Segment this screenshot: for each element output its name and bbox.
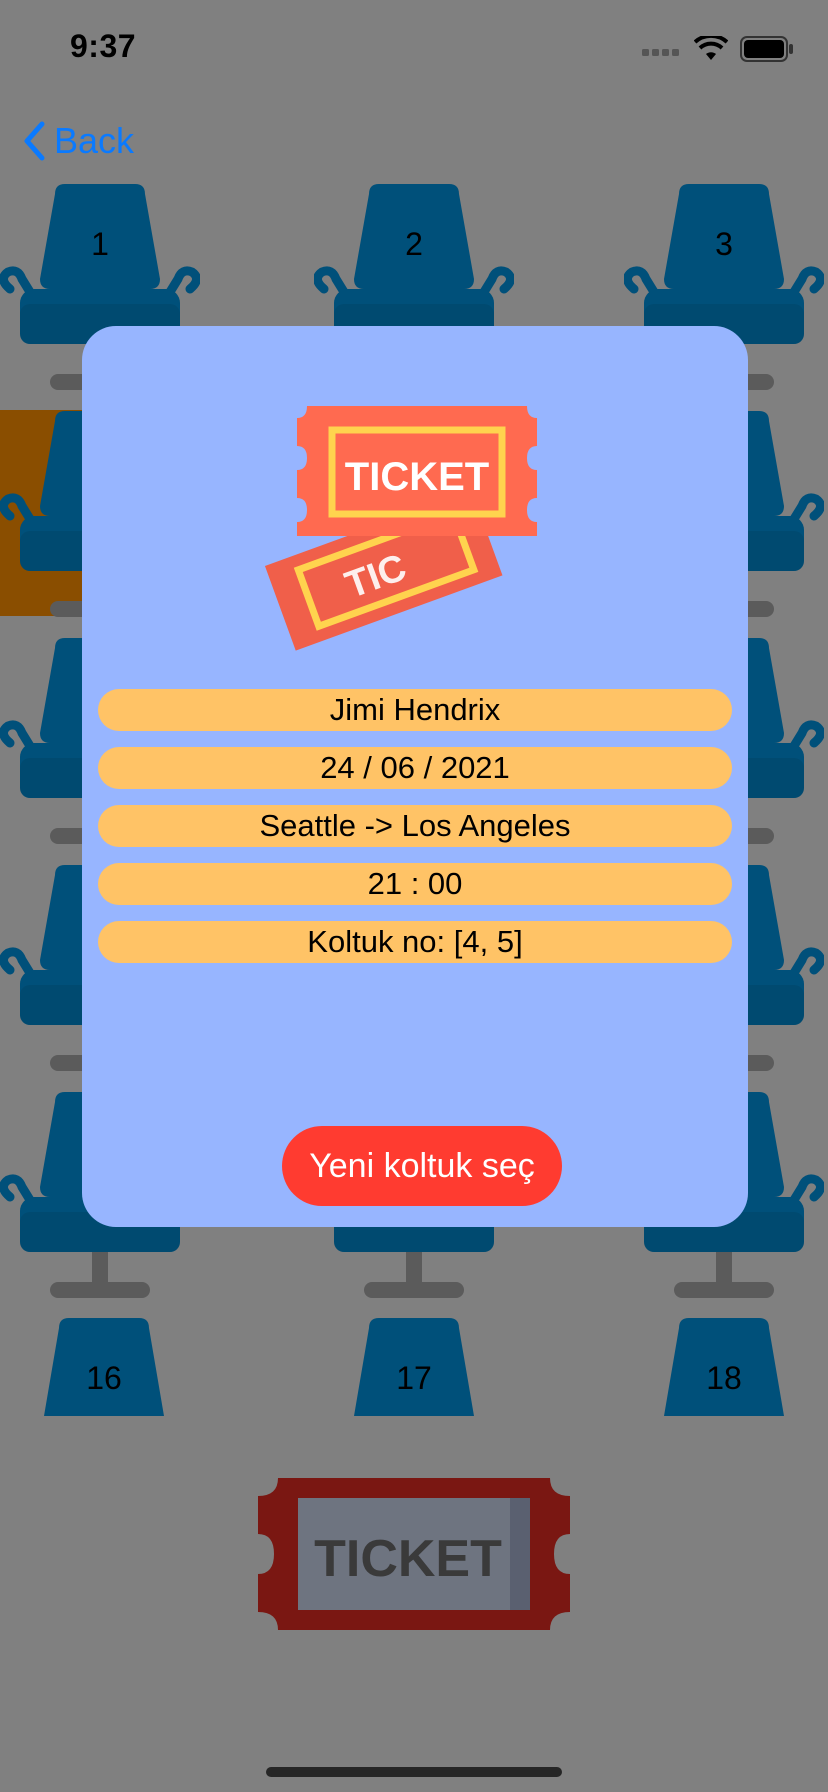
seat-number: 16 xyxy=(86,1360,122,1396)
travel-route: Seattle -> Los Angeles xyxy=(98,805,732,847)
seat-number: 3 xyxy=(715,226,733,262)
seat-numbers: Koltuk no: [4, 5] xyxy=(98,921,732,963)
travel-date: 24 / 06 / 2021 xyxy=(98,747,732,789)
status-time: 9:37 xyxy=(70,28,137,64)
home-indicator[interactable] xyxy=(266,1767,562,1777)
seat-number: 17 xyxy=(396,1360,432,1396)
buy-ticket-button[interactable]: TICKET xyxy=(258,1478,570,1630)
seat-18[interactable]: 18 xyxy=(624,1318,824,1418)
bottom-ticket-label: TICKET xyxy=(314,1530,502,1588)
back-button[interactable]: Back xyxy=(22,118,134,164)
wifi-icon xyxy=(694,36,728,60)
status-bar: 9:37 xyxy=(0,0,828,100)
choose-new-seat-button[interactable]: Yeni koltuk seç xyxy=(282,1126,562,1206)
seat-number: 2 xyxy=(405,226,423,262)
ticket-art-label: TICKET xyxy=(345,455,489,499)
travel-time: 21 : 00 xyxy=(98,863,732,905)
status-icons xyxy=(642,36,794,62)
seat-number: 1 xyxy=(91,226,109,262)
ticket-icon: TICKET xyxy=(258,1478,570,1630)
ticket-modal: TIC TICKET Jimi Hendrix 24 / 06 / 2021 S… xyxy=(82,326,748,1227)
cellular-signal-icon xyxy=(642,49,679,56)
seat-number: 18 xyxy=(706,1360,742,1396)
chevron-left-icon xyxy=(24,121,45,161)
passenger-name: Jimi Hendrix xyxy=(98,689,732,731)
back-label: Back xyxy=(54,120,135,161)
ticket-illustration: TIC TICKET xyxy=(264,406,537,651)
battery-icon xyxy=(740,36,793,62)
seat-16[interactable]: 16 xyxy=(4,1318,204,1418)
seat-17[interactable]: 17 xyxy=(314,1318,514,1418)
